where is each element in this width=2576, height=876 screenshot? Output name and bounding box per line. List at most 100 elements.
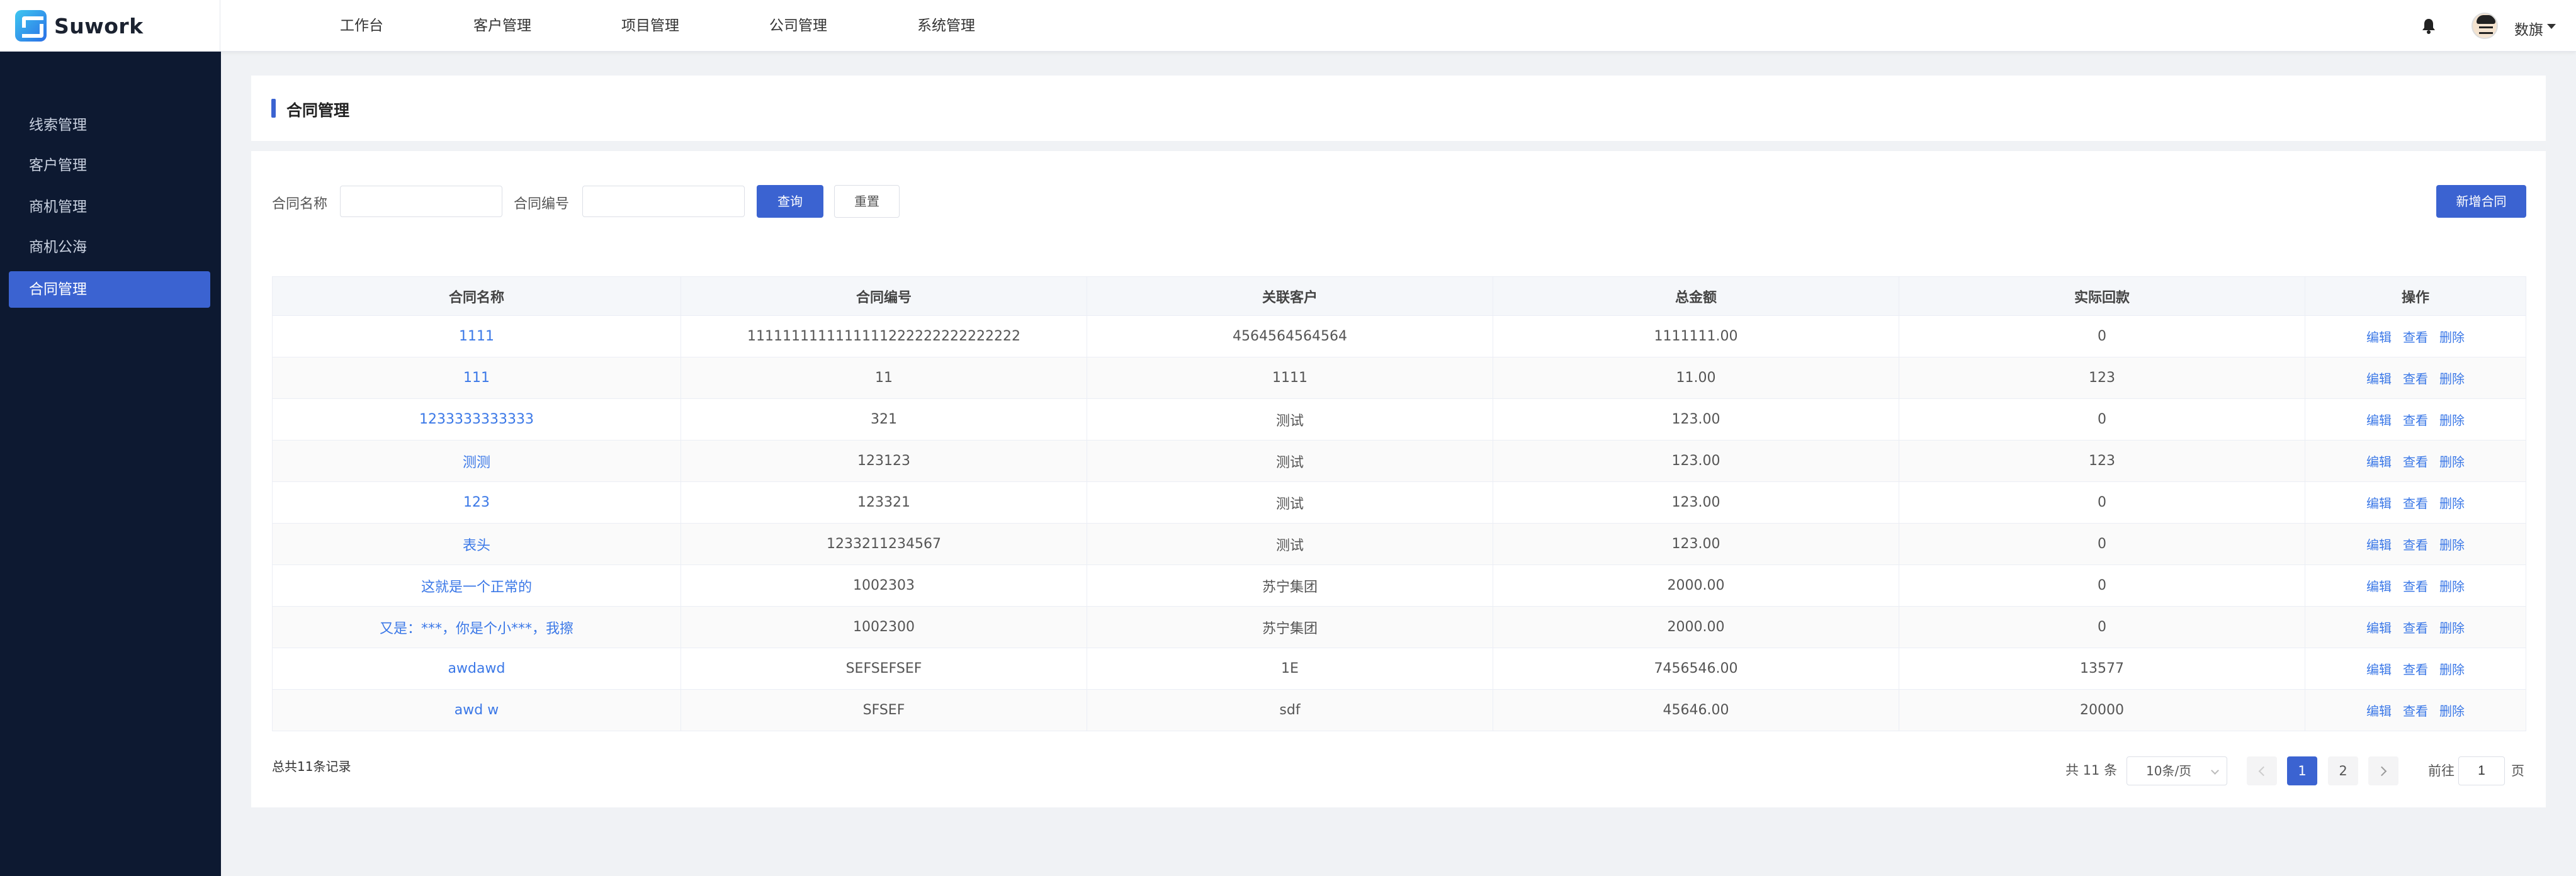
table-row: 111 11 1111 11.00 123 编辑 查看 删除 (272, 357, 2526, 399)
delete-link[interactable]: 删除 (2439, 620, 2465, 636)
delete-link[interactable]: 删除 (2439, 662, 2465, 677)
contract-name-link[interactable]: awdawd (448, 661, 506, 677)
sidebar-item-contracts[interactable]: 合同管理 (9, 271, 210, 308)
table-cell: 1111 (1087, 357, 1493, 399)
contract-name-link[interactable]: 测测 (463, 455, 490, 471)
nav-item-project[interactable]: 项目管理 (621, 0, 679, 52)
actions-cell: 编辑 查看 删除 (2305, 481, 2526, 524)
view-link[interactable]: 查看 (2403, 620, 2428, 636)
page-button-2[interactable]: 2 (2328, 756, 2358, 785)
contract-name-cell: awdawd (272, 648, 681, 690)
view-link[interactable]: 查看 (2403, 537, 2428, 553)
prev-page-button[interactable] (2247, 756, 2277, 785)
table-cell: 123.00 (1493, 481, 1899, 524)
edit-link[interactable]: 编辑 (2366, 662, 2392, 677)
view-link[interactable]: 查看 (2403, 454, 2428, 469)
edit-link[interactable]: 编辑 (2366, 579, 2392, 594)
sidebar-item-customers[interactable]: 客户管理 (9, 147, 210, 184)
contract-name-link[interactable]: 这就是一个正常的 (421, 580, 532, 595)
delete-link[interactable]: 删除 (2439, 454, 2465, 469)
view-link[interactable]: 查看 (2403, 371, 2428, 386)
contract-name-input[interactable] (340, 186, 502, 217)
edit-link[interactable]: 编辑 (2366, 413, 2392, 428)
avatar[interactable] (2471, 13, 2498, 39)
caret-down-icon[interactable] (2547, 24, 2556, 29)
user-name[interactable]: 数旗 (2514, 18, 2543, 39)
edit-link[interactable]: 编辑 (2366, 371, 2392, 386)
page-size-value: 10条/页 (2146, 763, 2192, 778)
view-link[interactable]: 查看 (2403, 330, 2428, 345)
delete-link[interactable]: 删除 (2439, 579, 2465, 594)
page-size-select[interactable]: 10条/页 (2127, 756, 2227, 785)
contract-name-link[interactable]: 123 (463, 495, 490, 510)
edit-link[interactable]: 编辑 (2366, 454, 2392, 469)
table-cell: 123321 (681, 481, 1087, 524)
contract-name-cell: 123 (272, 481, 681, 524)
contract-name-link[interactable]: awd w (455, 702, 499, 718)
search-button[interactable]: 查询 (757, 185, 823, 218)
table-cell: 1002303 (681, 564, 1087, 607)
page-button-1[interactable]: 1 (2287, 756, 2317, 785)
nav-item-system[interactable]: 系统管理 (917, 0, 975, 52)
contract-name-cell: 1111 (272, 315, 681, 357)
delete-link[interactable]: 删除 (2439, 330, 2465, 345)
column-header: 关联客户 (1087, 276, 1493, 316)
contract-name-cell: 测测 (272, 440, 681, 482)
view-link[interactable]: 查看 (2403, 662, 2428, 677)
sidebar-item-leads[interactable]: 线索管理 (9, 107, 210, 143)
contract-name-cell: 111 (272, 357, 681, 399)
contract-panel: 合同名称 合同编号 查询 重置 新增合同 合同名称 合同编号 关联客户 总金额 … (251, 151, 2546, 807)
column-header: 合同编号 (681, 276, 1087, 316)
contract-code-input[interactable] (582, 186, 745, 217)
actions-cell: 编辑 查看 删除 (2305, 315, 2526, 357)
table-cell: 0 (1899, 398, 2305, 441)
contract-table: 合同名称 合同编号 关联客户 总金额 实际回款 操作 1111 111111111… (272, 276, 2526, 731)
edit-link[interactable]: 编辑 (2366, 620, 2392, 636)
next-page-button[interactable] (2368, 756, 2398, 785)
contract-name-cell: 又是：***，你是个小***，我擦 (272, 606, 681, 648)
view-link[interactable]: 查看 (2403, 704, 2428, 719)
table-cell: 20000 (1899, 689, 2305, 731)
contract-name-link[interactable]: 1111 (459, 328, 494, 344)
table-cell: 苏宁集团 (1087, 564, 1493, 607)
view-link[interactable]: 查看 (2403, 579, 2428, 594)
contract-code-label: 合同编号 (514, 196, 570, 212)
table-cell: 0 (1899, 315, 2305, 357)
delete-link[interactable]: 删除 (2439, 371, 2465, 386)
logo[interactable]: Suwork (0, 0, 220, 52)
table-header-row: 合同名称 合同编号 关联客户 总金额 实际回款 操作 (272, 276, 2526, 316)
reset-button[interactable]: 重置 (834, 185, 900, 218)
delete-link[interactable]: 删除 (2439, 413, 2465, 428)
table-cell: 11.00 (1493, 357, 1899, 399)
actions-cell: 编辑 查看 删除 (2305, 440, 2526, 482)
view-link[interactable]: 查看 (2403, 496, 2428, 511)
table-cell: 0 (1899, 564, 2305, 607)
view-link[interactable]: 查看 (2403, 413, 2428, 428)
table-cell: 测试 (1087, 523, 1493, 565)
actions-cell: 编辑 查看 删除 (2305, 564, 2526, 607)
add-contract-button[interactable]: 新增合同 (2436, 185, 2526, 218)
delete-link[interactable]: 删除 (2439, 496, 2465, 511)
contract-name-link[interactable]: 111 (463, 370, 490, 386)
goto-page-input[interactable] (2458, 756, 2505, 785)
sidebar-item-opportunities[interactable]: 商机管理 (9, 189, 210, 225)
delete-link[interactable]: 删除 (2439, 704, 2465, 719)
contract-name-link[interactable]: 1233333333333 (419, 412, 534, 427)
contract-name-link[interactable]: 表头 (463, 538, 490, 554)
delete-link[interactable]: 删除 (2439, 537, 2465, 553)
edit-link[interactable]: 编辑 (2366, 537, 2392, 553)
actions-cell: 编辑 查看 删除 (2305, 523, 2526, 565)
table-cell: SEFSEFSEF (681, 648, 1087, 690)
edit-link[interactable]: 编辑 (2366, 704, 2392, 719)
bell-icon[interactable] (2421, 18, 2436, 34)
edit-link[interactable]: 编辑 (2366, 496, 2392, 511)
contract-name-label: 合同名称 (272, 196, 328, 212)
sidebar-item-opportunity-pool[interactable]: 商机公海 (9, 229, 210, 266)
nav-item-company[interactable]: 公司管理 (769, 0, 827, 52)
nav-item-customer[interactable]: 客户管理 (473, 0, 531, 52)
contract-name-link[interactable]: 又是：***，你是个小***，我擦 (380, 621, 573, 637)
top-header: Suwork 工作台 客户管理 项目管理 公司管理 系统管理 数旗 (0, 0, 2576, 52)
actions-cell: 编辑 查看 删除 (2305, 689, 2526, 731)
nav-item-workbench[interactable]: 工作台 (340, 0, 383, 52)
edit-link[interactable]: 编辑 (2366, 330, 2392, 345)
